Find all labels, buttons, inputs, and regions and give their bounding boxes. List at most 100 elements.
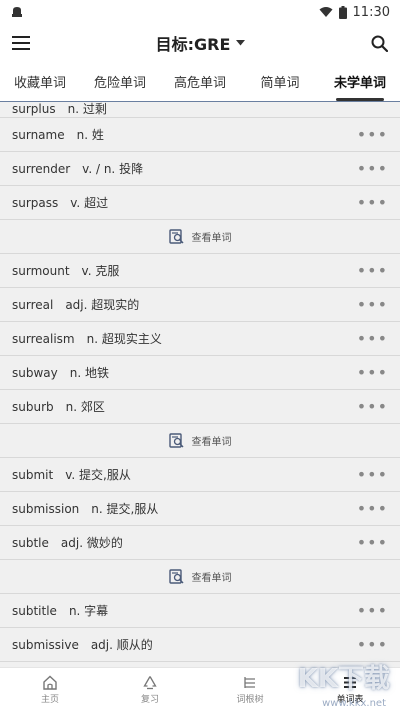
android-notification-icon bbox=[12, 7, 22, 17]
list-item[interactable]: surmount v. 克服 ••• bbox=[0, 254, 400, 288]
word-definition: v. 提交,服从 bbox=[65, 468, 131, 482]
list-item[interactable]: surreal adj. 超现实的 ••• bbox=[0, 288, 400, 322]
word-definition: n. 提交,服从 bbox=[91, 502, 159, 516]
more-options-icon[interactable]: ••• bbox=[357, 194, 388, 211]
tab-high-risk-words[interactable]: 高危单词 bbox=[160, 62, 240, 101]
status-left bbox=[10, 5, 24, 19]
word-entry: suburb n. 郊区 bbox=[12, 398, 105, 415]
list-item[interactable]: submission n. 提交,服从 ••• bbox=[0, 492, 400, 526]
more-options-icon[interactable]: ••• bbox=[357, 500, 388, 517]
list-item[interactable]: subtitle n. 字幕 ••• bbox=[0, 594, 400, 628]
app-bar: 目标:GRE bbox=[0, 24, 400, 62]
list-item[interactable]: subtle adj. 微妙的 ••• bbox=[0, 526, 400, 560]
word-definition: n. 郊区 bbox=[65, 400, 105, 414]
battery-icon bbox=[338, 5, 347, 19]
more-options-icon[interactable]: ••• bbox=[357, 398, 388, 415]
word-definition: n. 字幕 bbox=[68, 604, 109, 618]
word-entry: surrealism n. 超现实主义 bbox=[12, 330, 162, 347]
word-entry: surpass v. 超过 bbox=[12, 194, 108, 211]
word-definition: n. 超现实主义 bbox=[86, 332, 162, 346]
search-icon[interactable] bbox=[371, 35, 388, 52]
nav-root-tree-label: 词根树 bbox=[236, 694, 264, 705]
word-text: submissive bbox=[12, 638, 79, 652]
menu-icon[interactable] bbox=[12, 35, 30, 51]
tab-easy-words[interactable]: 简单词 bbox=[240, 62, 320, 101]
word-entry: surrender v. / n. 投降 bbox=[12, 160, 143, 177]
status-bar: 11:30 bbox=[0, 0, 400, 24]
more-options-icon[interactable]: ••• bbox=[357, 160, 388, 177]
word-text: subtitle bbox=[12, 604, 57, 618]
more-options-icon[interactable]: ••• bbox=[357, 466, 388, 483]
more-options-icon[interactable]: ••• bbox=[357, 534, 388, 551]
tab-bar: 收藏单词 危险单词 高危单词 简单词 未学单词 bbox=[0, 62, 400, 102]
tree-icon bbox=[244, 676, 255, 688]
nav-word-list[interactable]: 单词表 bbox=[300, 668, 400, 711]
tab-unlearned-words[interactable]: 未学单词 bbox=[320, 62, 400, 101]
list-item[interactable]: surname n. 姓 ••• bbox=[0, 118, 400, 152]
view-word-label: 查看单词 bbox=[191, 233, 232, 244]
tab-danger-words[interactable]: 危险单词 bbox=[80, 62, 160, 101]
view-word-button[interactable]: 查看单词 bbox=[0, 424, 400, 458]
word-entry: submission n. 提交,服从 bbox=[12, 500, 158, 517]
nav-root-tree[interactable]: 词根树 bbox=[200, 668, 300, 711]
more-options-icon[interactable]: ••• bbox=[357, 262, 388, 279]
view-word-icon bbox=[168, 569, 184, 584]
list-icon bbox=[344, 676, 356, 688]
nav-review-label: 复习 bbox=[140, 694, 159, 705]
word-entry: surreal adj. 超现实的 bbox=[12, 296, 139, 313]
word-entry: surmount v. 克服 bbox=[12, 262, 119, 279]
list-item[interactable]: surpass v. 超过 ••• bbox=[0, 186, 400, 220]
word-list[interactable]: surplus n. 过剩 surname n. 姓 ••• surrender v.… bbox=[0, 102, 400, 667]
more-options-icon[interactable]: ••• bbox=[357, 602, 388, 619]
target-selector[interactable]: 目标:GRE bbox=[156, 31, 246, 55]
list-item[interactable]: subway n. 地铁 ••• bbox=[0, 356, 400, 390]
bottom-nav: 主页 复习 词根树 单词表 bbox=[0, 667, 400, 711]
word-definition: n. 姓 bbox=[76, 128, 104, 142]
word-text: surplus bbox=[12, 102, 56, 116]
wifi-icon bbox=[319, 7, 333, 17]
view-word-button[interactable]: 查看单词 bbox=[0, 220, 400, 254]
word-entry: surname n. 姓 bbox=[12, 126, 104, 143]
word-definition: n. 过剩 bbox=[67, 102, 107, 116]
recycle-icon bbox=[143, 675, 157, 689]
word-definition: adj. 超现实的 bbox=[65, 298, 140, 312]
word-entry: subtle adj. 微妙的 bbox=[12, 534, 123, 551]
view-word-icon bbox=[168, 229, 184, 244]
list-item[interactable]: surrealism n. 超现实主义 ••• bbox=[0, 322, 400, 356]
home-icon bbox=[43, 675, 57, 690]
word-definition: n. 地铁 bbox=[69, 366, 109, 380]
word-entry: submissive adj. 顺从的 bbox=[12, 636, 153, 653]
word-entry: subtitle n. 字幕 bbox=[12, 602, 108, 619]
word-text: submit bbox=[12, 468, 54, 482]
word-text: surrealism bbox=[12, 332, 75, 346]
list-item[interactable]: surrender v. / n. 投降 ••• bbox=[0, 152, 400, 186]
list-item[interactable]: submit v. 提交,服从 ••• bbox=[0, 458, 400, 492]
word-text: surname bbox=[12, 128, 65, 142]
word-text: subway bbox=[12, 366, 58, 380]
list-item[interactable]: submissive adj. 顺从的 ••• bbox=[0, 628, 400, 662]
list-item[interactable]: surplus n. 过剩 bbox=[0, 102, 400, 118]
tab-favorite-words[interactable]: 收藏单词 bbox=[0, 62, 80, 101]
status-time: 11:30 bbox=[352, 4, 390, 20]
word-entry: subway n. 地铁 bbox=[12, 364, 109, 381]
word-text: surrender bbox=[12, 162, 71, 176]
more-options-icon[interactable]: ••• bbox=[357, 364, 388, 381]
nav-home[interactable]: 主页 bbox=[0, 668, 100, 711]
word-text: surreal bbox=[12, 298, 54, 312]
word-definition: v. 超过 bbox=[70, 196, 109, 210]
more-options-icon[interactable]: ••• bbox=[357, 296, 388, 313]
word-entry: submit v. 提交,服从 bbox=[12, 466, 131, 483]
list-item[interactable]: suburb n. 郊区 ••• bbox=[0, 390, 400, 424]
view-word-button[interactable]: 查看单词 bbox=[0, 560, 400, 594]
word-text: subtle bbox=[12, 536, 49, 550]
word-text: surmount bbox=[12, 264, 70, 278]
word-definition: adj. 顺从的 bbox=[90, 638, 153, 652]
word-text: suburb bbox=[12, 400, 54, 414]
status-right: 11:30 bbox=[319, 5, 390, 20]
more-options-icon[interactable]: ••• bbox=[357, 126, 388, 143]
more-options-icon[interactable]: ••• bbox=[357, 636, 388, 653]
view-word-label: 查看单词 bbox=[191, 437, 232, 448]
nav-review[interactable]: 复习 bbox=[100, 668, 200, 711]
word-definition: v. / n. 投降 bbox=[82, 162, 144, 176]
more-options-icon[interactable]: ••• bbox=[357, 330, 388, 347]
